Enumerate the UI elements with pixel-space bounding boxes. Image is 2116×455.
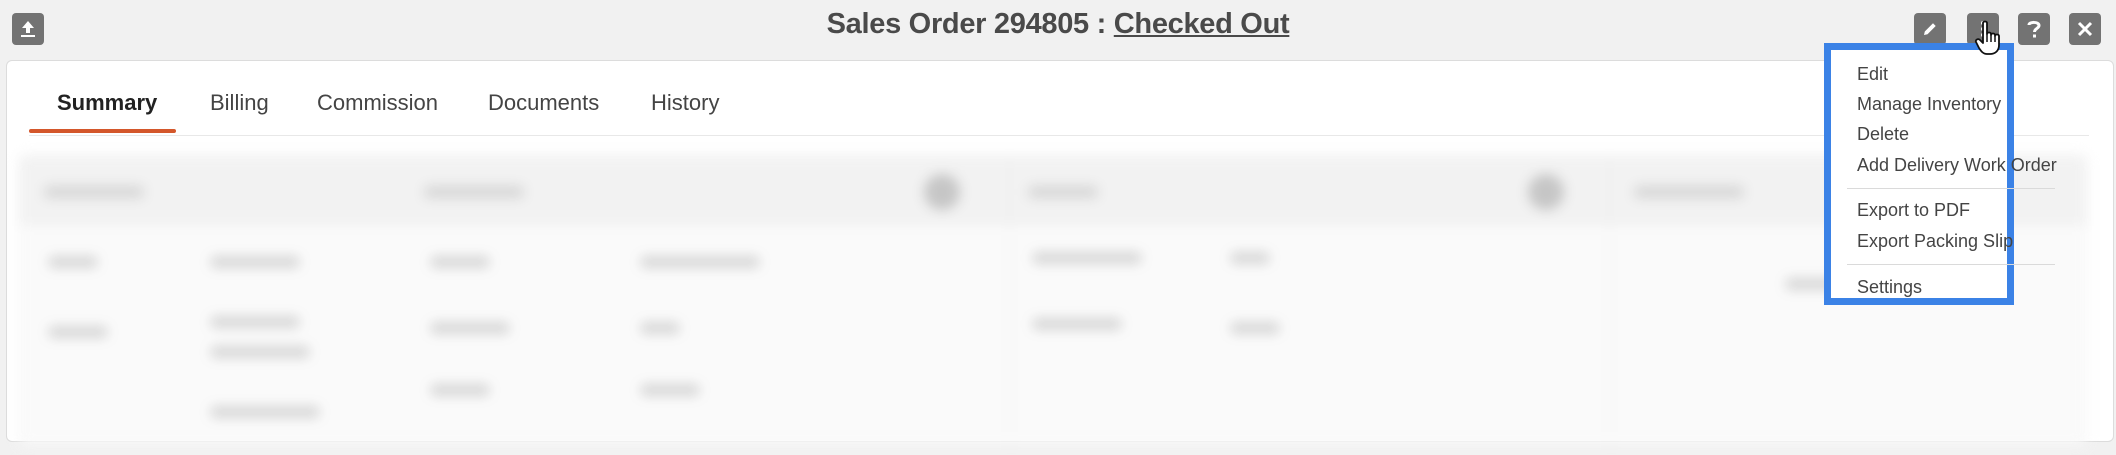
edit-button[interactable] bbox=[1914, 13, 1946, 45]
tab-bar: Summary Billing Commission Documents His… bbox=[29, 61, 2089, 136]
menu-divider bbox=[1847, 188, 2055, 189]
menu-item-add-delivery-work-order[interactable]: Add Delivery Work Order bbox=[1857, 155, 2057, 176]
order-title: Sales Order 294805 : bbox=[826, 8, 1114, 40]
menu-item-edit[interactable]: Edit bbox=[1857, 64, 1888, 85]
tab-billing[interactable]: Billing bbox=[210, 90, 269, 134]
blurred-summary-content bbox=[19, 155, 2087, 455]
tab-summary[interactable]: Summary bbox=[57, 90, 157, 134]
tab-documents[interactable]: Documents bbox=[488, 90, 599, 134]
menu-divider bbox=[1847, 264, 2055, 265]
menu-item-export-packing-slip[interactable]: Export Packing Slip bbox=[1857, 231, 2013, 252]
menu-item-delete[interactable]: Delete bbox=[1857, 124, 1909, 145]
main-panel: Summary Billing Commission Documents His… bbox=[6, 60, 2114, 447]
close-icon bbox=[2077, 21, 2093, 37]
hand-pointer-icon bbox=[1974, 20, 2004, 61]
menu-item-manage-inventory[interactable]: Manage Inventory bbox=[1857, 94, 2001, 115]
close-button[interactable] bbox=[2069, 13, 2101, 45]
order-status-link[interactable]: Checked Out bbox=[1114, 8, 1290, 40]
tab-commission[interactable]: Commission bbox=[317, 90, 438, 134]
active-tab-indicator bbox=[29, 129, 176, 133]
header-bar: Sales Order 294805 : Checked Out bbox=[0, 0, 2116, 60]
help-button[interactable] bbox=[2018, 13, 2050, 45]
help-icon bbox=[2027, 20, 2041, 38]
tab-history[interactable]: History bbox=[651, 90, 719, 134]
billing-card bbox=[1009, 155, 1621, 447]
page-title: Sales Order 294805 : Checked Out bbox=[0, 8, 2116, 41]
menu-item-export-pdf[interactable]: Export to PDF bbox=[1857, 200, 1970, 221]
summary-card bbox=[19, 155, 1021, 447]
menu-item-settings[interactable]: Settings bbox=[1857, 277, 1922, 298]
pencil-icon bbox=[1924, 23, 1936, 35]
more-actions-menu: Edit Manage Inventory Delete Add Deliver… bbox=[1824, 43, 2057, 305]
